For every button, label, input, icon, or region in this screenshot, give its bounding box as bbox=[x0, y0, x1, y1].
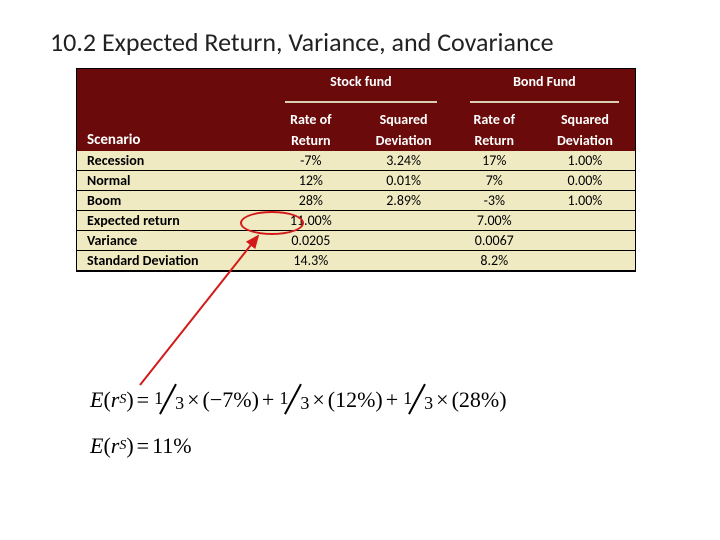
table-row: Standard Deviation 14.3% 8.2% bbox=[77, 251, 635, 271]
table-header: Scenario Stock fund Bond Fund Rate of Sq… bbox=[77, 69, 635, 151]
table-row: Normal 12% 0.01% 7% 0.00% bbox=[77, 171, 635, 191]
cell-stock-rate: -7% bbox=[268, 151, 353, 171]
cell-bond-rate: 7% bbox=[454, 171, 535, 191]
cell-bond-rate: 0.0067 bbox=[454, 231, 535, 251]
col-group-bond: Bond Fund bbox=[454, 69, 635, 109]
col-scenario: Scenario bbox=[77, 69, 268, 151]
slide-title: 10.2 Expected Return, Variance, and Cova… bbox=[50, 26, 554, 58]
col-stock-rate-bot: Return bbox=[268, 130, 353, 151]
col-bond-sqdev-top: Squared bbox=[535, 109, 635, 130]
cell-stock-rate: 11.00% bbox=[268, 211, 353, 231]
table-row: Boom 28% 2.89% -3% 1.00% bbox=[77, 191, 635, 211]
row-label: Expected return bbox=[77, 211, 268, 231]
col-bond-sqdev-bot: Deviation bbox=[535, 130, 635, 151]
col-stock-sqdev-bot: Deviation bbox=[354, 130, 454, 151]
cell-stock-rate: 12% bbox=[268, 171, 353, 191]
col-bond-rate-bot: Return bbox=[454, 130, 535, 151]
cell-stock-sqdev: 3.24% bbox=[354, 151, 454, 171]
cell-stock-rate: 28% bbox=[268, 191, 353, 211]
returns-table: Scenario Stock fund Bond Fund Rate of Sq… bbox=[76, 68, 636, 272]
cell-stock-sqdev bbox=[354, 231, 454, 251]
cell-bond-sqdev bbox=[535, 251, 635, 271]
table-row: Expected return 11.00% 7.00% bbox=[77, 211, 635, 231]
cell-stock-sqdev: 2.89% bbox=[354, 191, 454, 211]
cell-bond-rate: 8.2% bbox=[454, 251, 535, 271]
row-label: Recession bbox=[77, 151, 268, 171]
cell-bond-rate: 17% bbox=[454, 151, 535, 171]
col-stock-sqdev-top: Squared bbox=[354, 109, 454, 130]
col-group-stock: Stock fund bbox=[268, 69, 454, 109]
row-label: Variance bbox=[77, 231, 268, 251]
formula: E(rS) = 13 ×(−7%) + 13 ×(12%) + 13 ×(28%… bbox=[90, 380, 507, 471]
cell-stock-sqdev bbox=[354, 251, 454, 271]
cell-bond-rate: 7.00% bbox=[454, 211, 535, 231]
cell-bond-sqdev: 0.00% bbox=[535, 171, 635, 191]
cell-bond-sqdev bbox=[535, 231, 635, 251]
table-row: Variance 0.0205 0.0067 bbox=[77, 231, 635, 251]
fraction-icon: 13 bbox=[279, 386, 307, 414]
cell-stock-sqdev: 0.01% bbox=[354, 171, 454, 191]
cell-stock-sqdev bbox=[354, 211, 454, 231]
table-row: Recession -7% 3.24% 17% 1.00% bbox=[77, 151, 635, 171]
row-label: Standard Deviation bbox=[77, 251, 268, 271]
row-label: Normal bbox=[77, 171, 268, 191]
col-bond-rate-top: Rate of bbox=[454, 109, 535, 130]
fraction-icon: 13 bbox=[154, 386, 182, 414]
formula-line-1: E(rS) = 13 ×(−7%) + 13 ×(12%) + 13 ×(28%… bbox=[90, 380, 507, 420]
formula-line-2: E(rS) =11% bbox=[90, 426, 507, 466]
col-stock-rate-top: Rate of bbox=[268, 109, 353, 130]
cell-stock-rate: 0.0205 bbox=[268, 231, 353, 251]
cell-bond-sqdev: 1.00% bbox=[535, 191, 635, 211]
cell-stock-rate: 14.3% bbox=[268, 251, 353, 271]
fraction-icon: 13 bbox=[403, 386, 431, 414]
cell-bond-rate: -3% bbox=[454, 191, 535, 211]
row-label: Boom bbox=[77, 191, 268, 211]
cell-bond-sqdev bbox=[535, 211, 635, 231]
table-body: Recession -7% 3.24% 17% 1.00% Normal 12%… bbox=[77, 151, 635, 271]
cell-bond-sqdev: 1.00% bbox=[535, 151, 635, 171]
